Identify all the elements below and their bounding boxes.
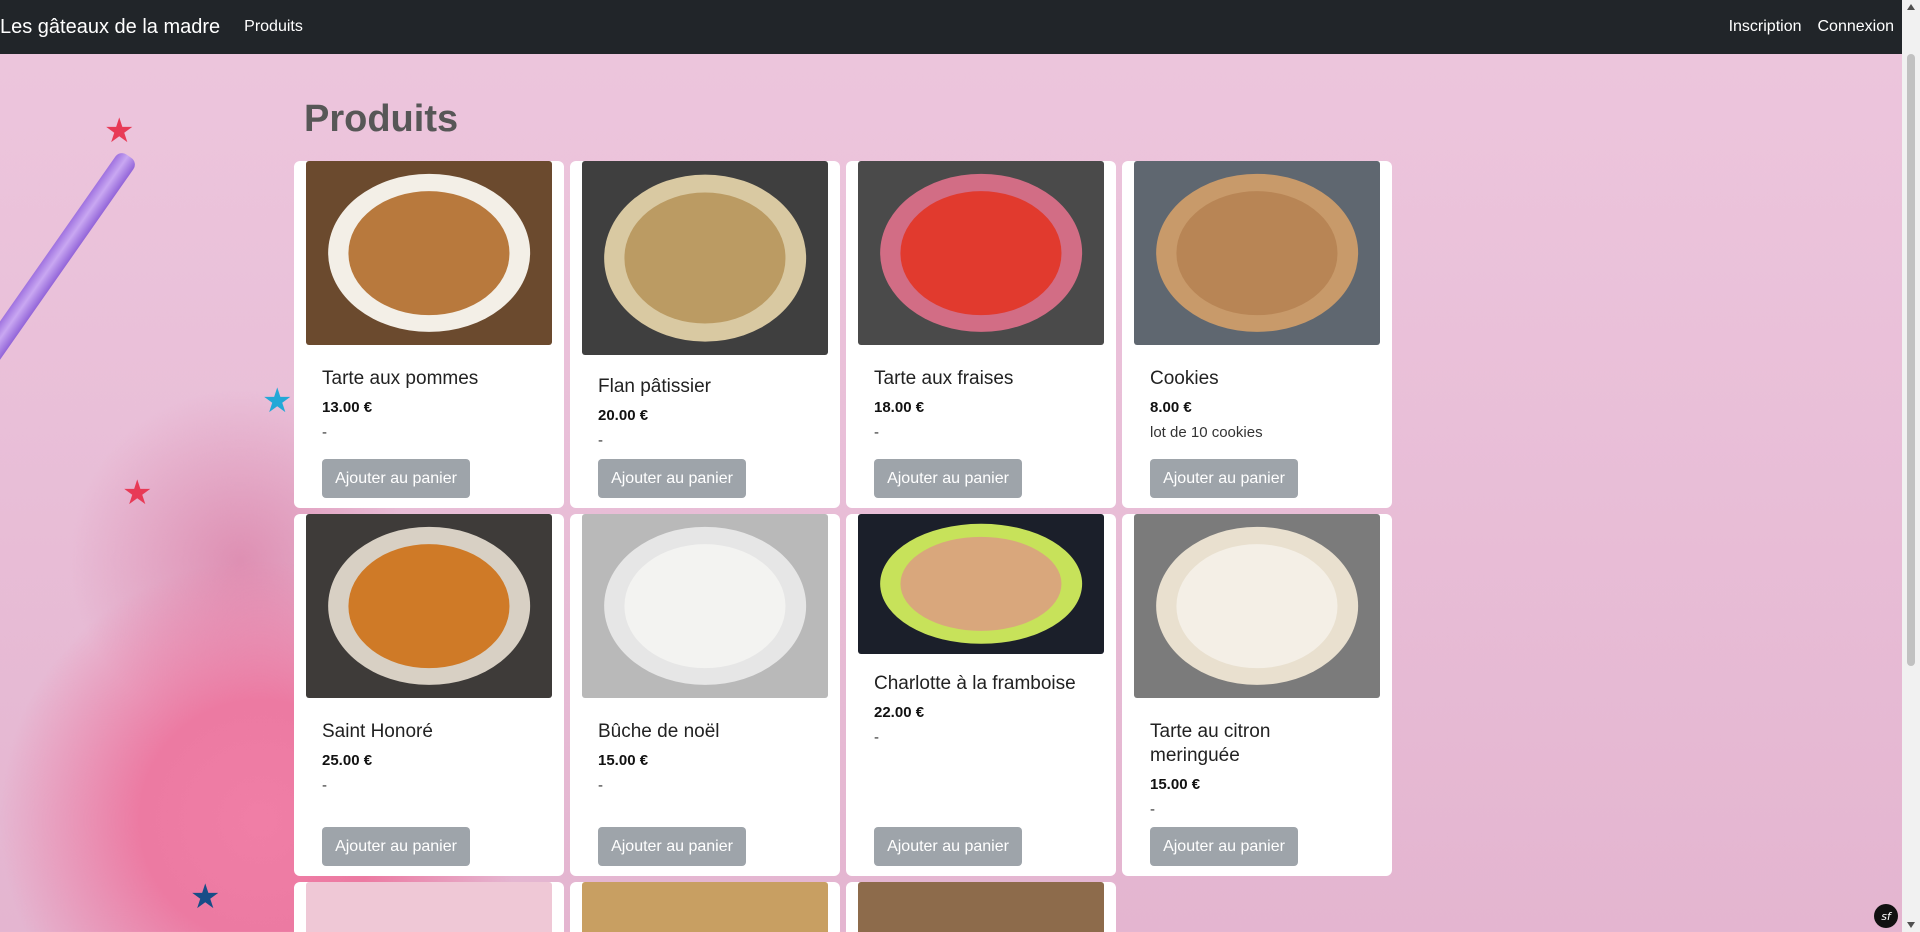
product-card: Cookies 8.00 € lot de 10 cookies Ajouter…: [1122, 161, 1392, 508]
plate-shape: [604, 174, 806, 342]
scrollbar-thumb[interactable]: [1907, 54, 1915, 666]
add-to-cart-button[interactable]: Ajouter au panier: [1150, 827, 1298, 866]
product-title: Tarte aux pommes: [322, 368, 479, 389]
plate-shape: [880, 173, 1082, 333]
food-shape: [900, 537, 1062, 631]
product-title: Bûche de noël: [598, 721, 720, 742]
scroll-down-icon[interactable]: [1907, 922, 1915, 928]
product-card-partial: [294, 882, 564, 932]
product-card: Flan pâtissier 20.00 € - Ajouter au pani…: [570, 161, 840, 508]
add-to-cart-button[interactable]: Ajouter au panier: [598, 459, 746, 498]
product-description: -: [598, 432, 603, 449]
plate-shape: [880, 523, 1082, 645]
food-shape: [1176, 191, 1338, 315]
page-scrollbar[interactable]: [1902, 0, 1920, 932]
product-description: -: [598, 777, 603, 794]
product-card: Tarte au citron meringuée 15.00 € - Ajou…: [1122, 514, 1392, 876]
star-icon: ★: [122, 474, 153, 512]
product-title: Flan pâtissier: [598, 376, 711, 397]
food-shape: [624, 192, 786, 324]
food-shape: [348, 191, 510, 315]
product-price: 13.00 €: [322, 399, 373, 416]
product-description: -: [322, 424, 327, 441]
top-navbar: Les gâteaux de la madre Produits Inscrip…: [0, 0, 1902, 54]
product-price: 18.00 €: [874, 399, 925, 416]
product-image[interactable]: [582, 161, 828, 355]
product-title: Cookies: [1150, 368, 1219, 389]
product-card-partial: [846, 882, 1116, 932]
plate-shape: [604, 526, 806, 686]
products-grid: Tarte aux pommes 13.00 € - Ajouter au pa…: [294, 161, 1392, 932]
food-shape: [624, 544, 786, 668]
product-price: 20.00 €: [598, 407, 649, 424]
product-image[interactable]: [858, 161, 1104, 345]
product-title: Tarte au citron meringuée: [1150, 721, 1271, 766]
product-title: Saint Honoré: [322, 721, 433, 742]
site-brand[interactable]: Les gâteaux de la madre: [0, 16, 220, 39]
star-icon: ★: [190, 878, 221, 916]
product-price: 15.00 €: [1150, 776, 1201, 793]
add-to-cart-button[interactable]: Ajouter au panier: [1150, 459, 1298, 498]
food-shape: [1176, 544, 1338, 668]
product-description: -: [1150, 801, 1155, 818]
product-card: Tarte aux pommes 13.00 € - Ajouter au pa…: [294, 161, 564, 508]
add-to-cart-button[interactable]: Ajouter au panier: [322, 459, 470, 498]
food-shape: [900, 191, 1062, 315]
nav-products-link[interactable]: Produits: [244, 18, 303, 36]
product-description: lot de 10 cookies: [1150, 424, 1263, 441]
star-icon: ★: [104, 112, 135, 150]
navbar-right-links: Inscription Connexion: [1729, 18, 1902, 36]
star-icon: ★: [262, 382, 293, 420]
symfony-badge[interactable]: sf: [1874, 904, 1898, 928]
product-image[interactable]: [306, 161, 552, 345]
product-description: -: [874, 729, 879, 746]
nav-login-link[interactable]: Connexion: [1818, 18, 1895, 36]
product-description: -: [874, 424, 879, 441]
product-image[interactable]: [1134, 161, 1380, 345]
add-to-cart-button[interactable]: Ajouter au panier: [322, 827, 470, 866]
product-card: Bûche de noël 15.00 € - Ajouter au panie…: [570, 514, 840, 876]
add-to-cart-button[interactable]: Ajouter au panier: [874, 827, 1022, 866]
page-title: Produits: [304, 98, 459, 140]
product-image[interactable]: [582, 514, 828, 698]
product-description: -: [322, 777, 327, 794]
product-card-partial: [570, 882, 840, 932]
plate-shape: [328, 173, 530, 333]
product-image[interactable]: [858, 514, 1104, 654]
product-image[interactable]: [858, 882, 1104, 932]
product-price: 22.00 €: [874, 704, 925, 721]
product-title: Charlotte à la framboise: [874, 673, 1076, 694]
food-shape: [348, 544, 510, 668]
add-to-cart-button[interactable]: Ajouter au panier: [874, 459, 1022, 498]
product-price: 8.00 €: [1150, 399, 1192, 416]
product-title: Tarte aux fraises: [874, 368, 1014, 389]
product-card: Saint Honoré 25.00 € - Ajouter au panier: [294, 514, 564, 876]
product-image[interactable]: [306, 514, 552, 698]
product-card: Charlotte à la framboise 22.00 € - Ajout…: [846, 514, 1116, 876]
product-image[interactable]: [582, 882, 828, 932]
product-price: 25.00 €: [322, 752, 373, 769]
plate-shape: [328, 526, 530, 686]
plate-shape: [1156, 173, 1358, 333]
product-image[interactable]: [1134, 514, 1380, 698]
plate-shape: [1156, 526, 1358, 686]
product-price: 15.00 €: [598, 752, 649, 769]
add-to-cart-button[interactable]: Ajouter au panier: [598, 827, 746, 866]
product-card: Tarte aux fraises 18.00 € - Ajouter au p…: [846, 161, 1116, 508]
nav-register-link[interactable]: Inscription: [1729, 18, 1802, 36]
scroll-up-icon[interactable]: [1907, 4, 1915, 10]
product-image[interactable]: [306, 882, 552, 932]
candle-decoration: [0, 150, 139, 376]
